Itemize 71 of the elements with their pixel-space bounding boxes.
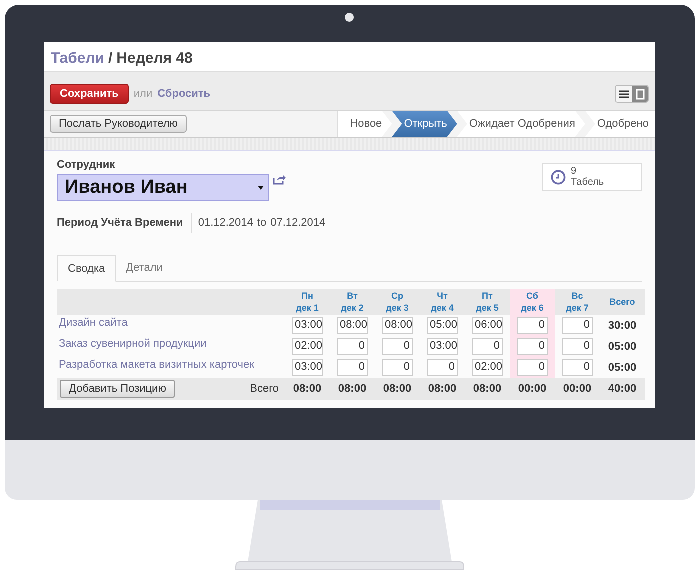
caret-icon[interactable] (258, 186, 264, 190)
day-column-header: Пт дек 5 (465, 289, 510, 315)
column-header: Всего (600, 289, 645, 315)
hours-input[interactable]: 0 (562, 359, 593, 376)
hours-input[interactable]: 0 (337, 359, 368, 376)
hours-input[interactable]: 08:00 (337, 317, 368, 334)
timesheet-count-button[interactable]: 9 Табель (542, 163, 642, 191)
hours-input[interactable]: 02:00 (472, 359, 503, 376)
day-total: 00:00 (510, 378, 555, 400)
hours-input[interactable]: 0 (382, 338, 413, 355)
day-column-header: Пн дек 1 (285, 289, 330, 315)
hours-input[interactable]: 0 (517, 359, 548, 376)
external-link-icon[interactable] (273, 174, 286, 185)
hours-input[interactable]: 0 (472, 338, 503, 355)
grand-total: 40:00 (600, 378, 645, 400)
employee-select[interactable]: Иванов Иван (57, 174, 269, 201)
date-field[interactable]: 07.12.2014 (270, 217, 326, 229)
status-stage[interactable]: Новое (338, 111, 392, 137)
hours-input[interactable]: 03:00 (427, 338, 458, 355)
hours-input[interactable]: 05:00 (427, 317, 458, 334)
hours-input[interactable]: 0 (562, 317, 593, 334)
day-column-header: Вс дек 7 (555, 289, 600, 315)
day-total: 08:00 (285, 378, 330, 400)
hours-input[interactable]: 0 (382, 359, 413, 376)
hours-input[interactable]: 0 (562, 338, 593, 355)
hours-input[interactable]: 0 (517, 317, 548, 334)
save-button[interactable]: Сохранить (50, 84, 129, 104)
day-total: 08:00 (330, 378, 375, 400)
list-icon[interactable] (619, 90, 629, 98)
status-stage[interactable]: Одобрено (585, 111, 655, 137)
tab[interactable]: Детали (116, 255, 173, 281)
tab[interactable]: Сводка (57, 255, 116, 282)
project-name[interactable]: Разработка макета визитных карточек (57, 357, 285, 378)
breadcrumb-separator: / (108, 50, 113, 67)
hours-input[interactable]: 08:00 (382, 317, 413, 334)
clock-icon (551, 170, 566, 184)
date-field[interactable]: 01.12.2014 (198, 217, 254, 229)
field-label: Сотрудник (57, 159, 116, 171)
status-stage[interactable]: Ожидает Одобрения (457, 111, 586, 137)
hours-input[interactable]: 02:00 (292, 338, 323, 355)
list-view-button[interactable] (616, 86, 632, 102)
project-name[interactable]: Заказ сувенирной продукции (57, 336, 285, 357)
total-label: Всего (250, 383, 280, 395)
page-title: Неделя 48 (116, 50, 193, 67)
breadcrumb-link[interactable]: Табели (51, 50, 104, 67)
day-column-header: Чт дек 4 (420, 289, 465, 315)
add-line-button[interactable]: Добавить Позицию (60, 380, 176, 398)
form-icon[interactable] (636, 88, 644, 100)
day-column-header: Вт дек 2 (330, 289, 375, 315)
send-to-manager-button[interactable]: Послать Руководителю (50, 115, 188, 133)
hours-input[interactable]: 03:00 (292, 317, 323, 334)
field-label: Период Учёта Времени (57, 217, 184, 229)
camera-dot (345, 13, 354, 22)
or-text: или (134, 88, 153, 100)
row-total: 05:00 (600, 357, 645, 378)
row-total: 30:00 (600, 315, 645, 336)
row-total: 05:00 (607, 340, 638, 354)
hours-input[interactable]: 0 (337, 338, 368, 355)
to-text: to (257, 217, 267, 229)
day-total: 08:00 (420, 378, 465, 400)
day-total: 00:00 (555, 378, 600, 400)
day-total: 08:00 (465, 378, 510, 400)
day-column-header: Сб дек 6 (510, 289, 555, 315)
hours-input[interactable]: 06:00 (472, 317, 503, 334)
day-total: 08:00 (375, 378, 420, 400)
hours-input[interactable]: 0 (427, 359, 458, 376)
day-column-header: Ср дек 3 (375, 289, 420, 315)
hours-input[interactable]: 0 (517, 338, 548, 355)
project-name[interactable]: Дизайн сайта (57, 315, 285, 336)
hours-input[interactable]: 03:00 (292, 359, 323, 376)
status-stage[interactable]: Открыть (392, 111, 458, 137)
